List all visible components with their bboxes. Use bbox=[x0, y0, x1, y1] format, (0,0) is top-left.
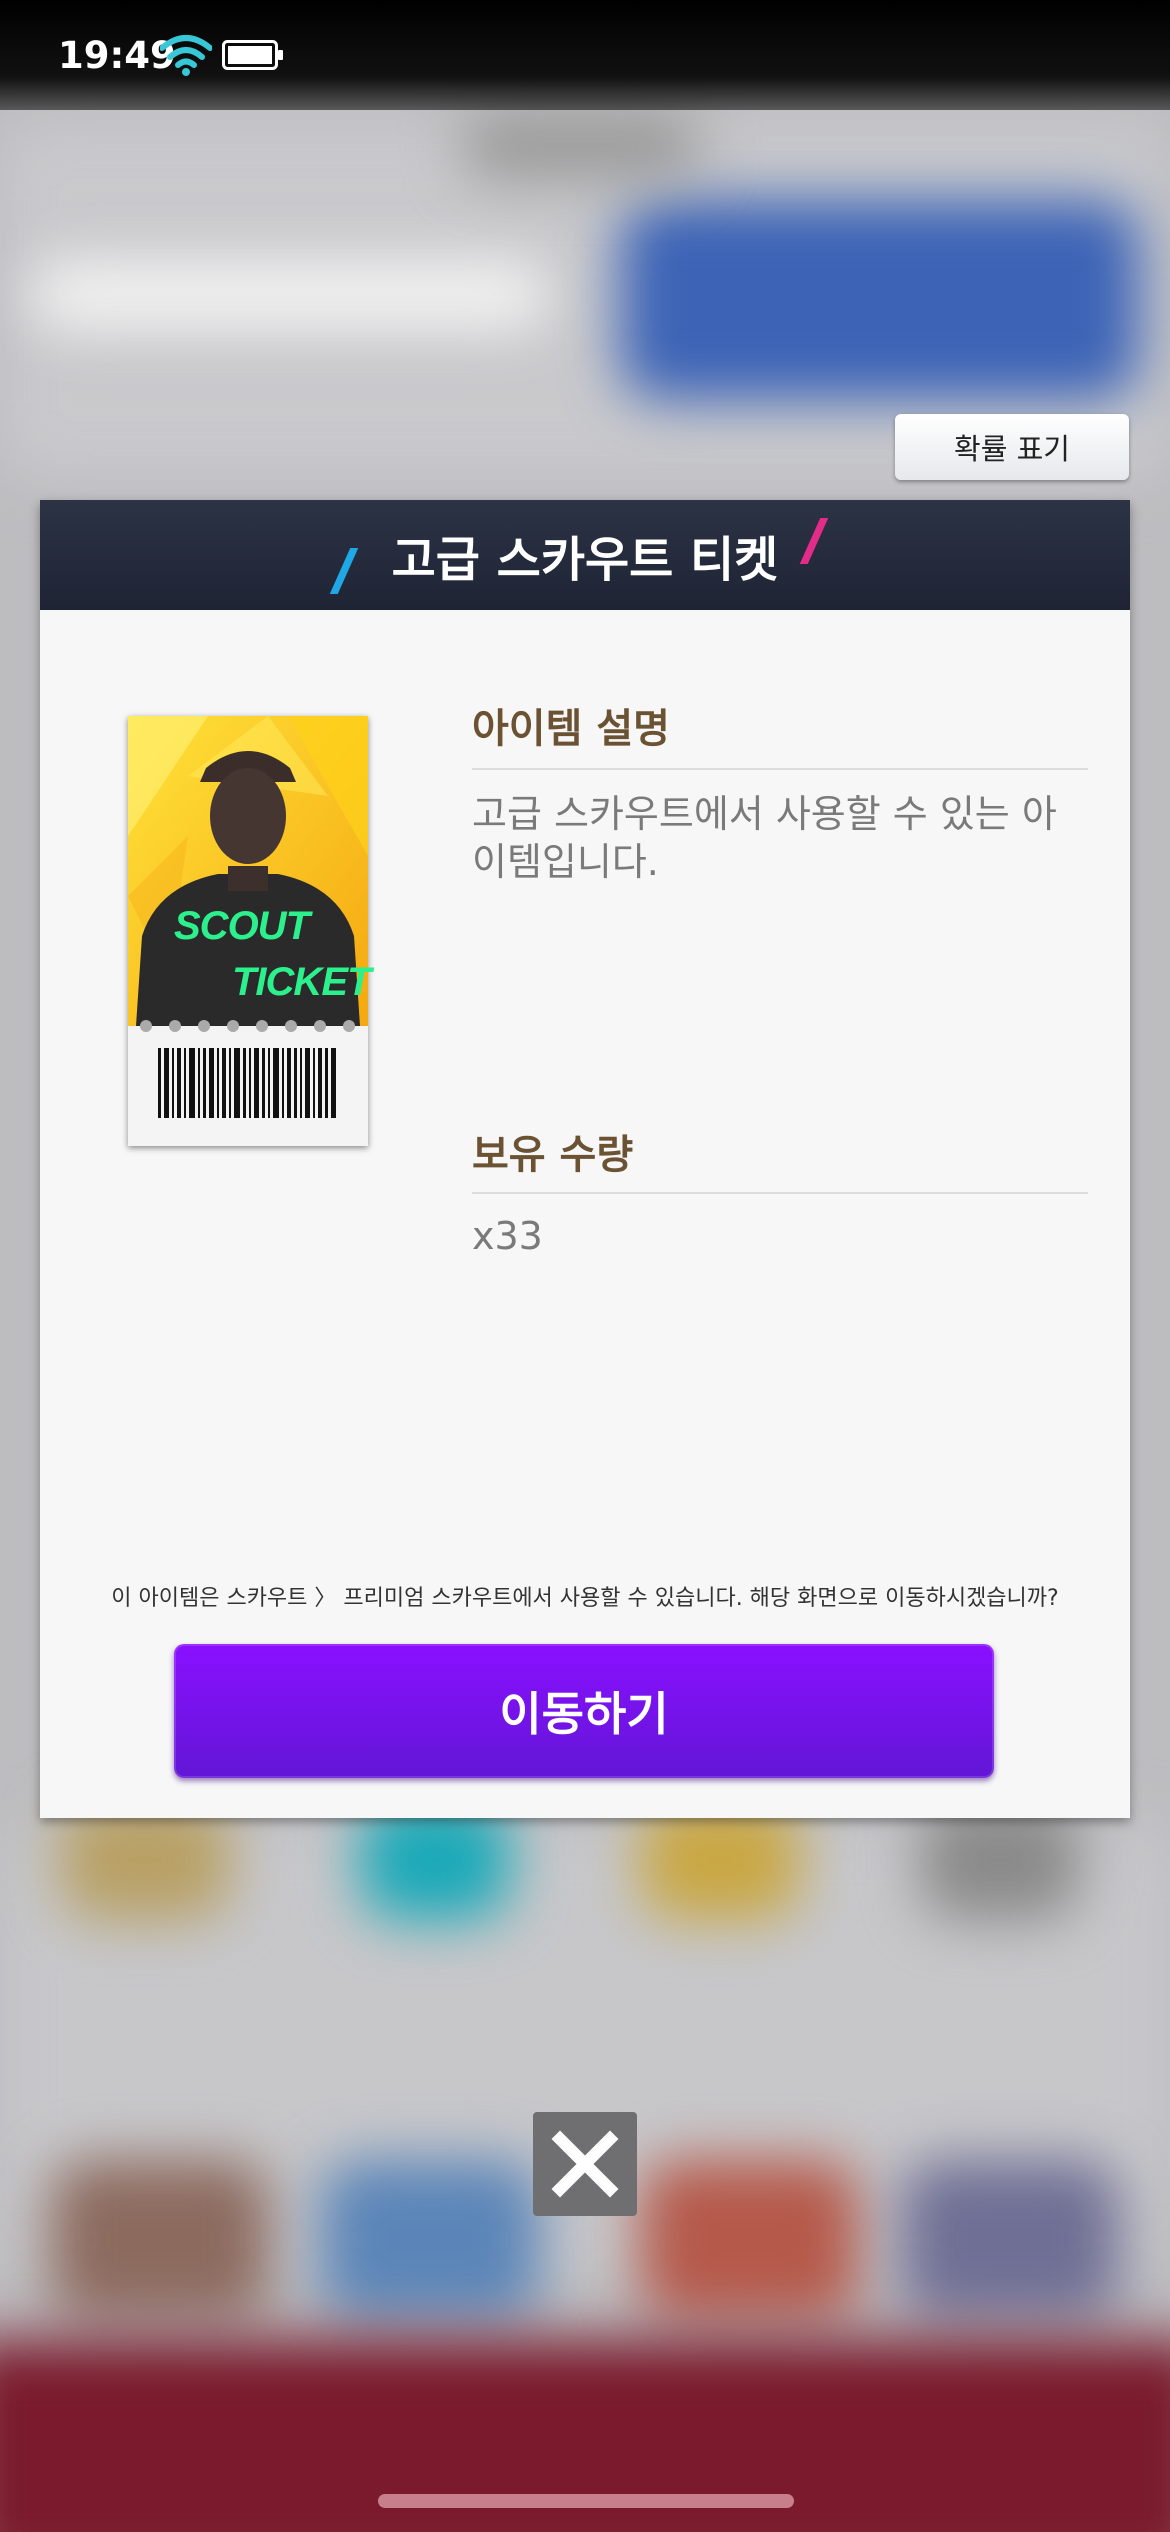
description-text: 고급 스카우트에서 사용할 수 있는 아이템입니다. bbox=[472, 792, 1057, 884]
card-text-line1: SCOUT bbox=[174, 904, 310, 948]
status-bar: 19:49 bbox=[0, 0, 1170, 110]
card-text-line2: TICKET bbox=[232, 960, 371, 1004]
dialog-title: 고급 스카우트 티켓 bbox=[391, 532, 779, 588]
scout-ticket-item-image: SCOUT TICKET bbox=[128, 716, 371, 1146]
status-time: 19:49 bbox=[58, 34, 176, 77]
home-indicator[interactable] bbox=[378, 2494, 794, 2508]
navigation-notice: 이 아이템은 스카우트 〉 프리미엄 스카우트에서 사용할 수 있습니다. 해당… bbox=[111, 1586, 1059, 1611]
description-divider bbox=[472, 768, 1088, 770]
wifi-icon bbox=[160, 35, 212, 76]
move-button[interactable]: 이동하기 bbox=[174, 1644, 994, 1778]
quantity-value: x33 bbox=[472, 1214, 543, 1258]
dialog-header: 고급 스카우트 티켓 bbox=[40, 500, 1130, 610]
description-heading: 아이템 설명 bbox=[472, 706, 670, 752]
close-button[interactable] bbox=[533, 2112, 637, 2216]
quantity-divider bbox=[472, 1192, 1088, 1194]
probability-display-button[interactable]: 확률 표기 bbox=[895, 414, 1129, 480]
close-icon bbox=[551, 2130, 619, 2198]
item-info-dialog: 고급 스카우트 티켓 SCOUT TICKET 아이템 설명 고급 스카우트에서… bbox=[40, 500, 1130, 1818]
quantity-heading: 보유 수량 bbox=[472, 1132, 634, 1178]
battery-icon bbox=[222, 40, 283, 70]
